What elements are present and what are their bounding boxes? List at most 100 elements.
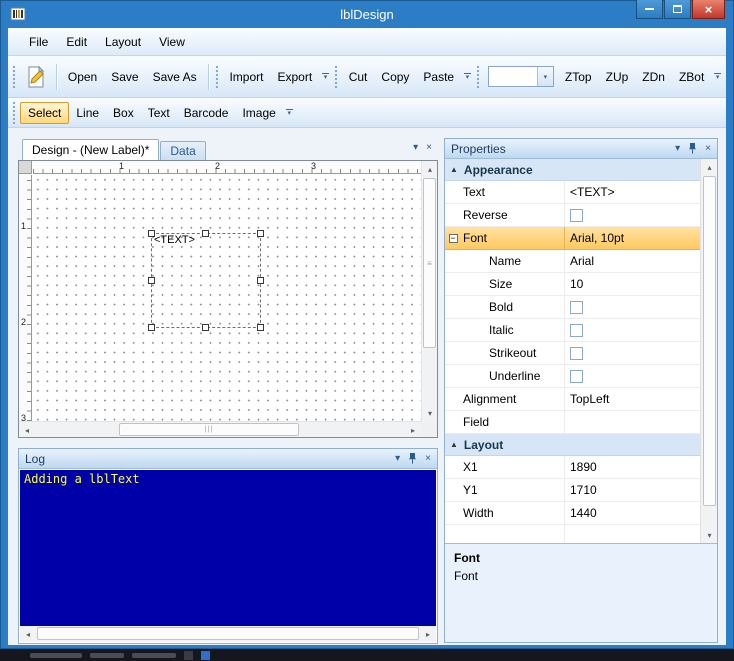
property-value[interactable]: 1710 (565, 479, 700, 501)
toolstrip-grip[interactable] (475, 64, 480, 89)
property-value[interactable]: Arial (565, 250, 700, 272)
scroll-right-icon[interactable]: ▸ (405, 422, 421, 438)
property-value[interactable]: <TEXT> (565, 181, 700, 203)
copy-button[interactable]: Copy (374, 64, 416, 90)
import-button[interactable]: Import (222, 64, 270, 90)
tab-data[interactable]: Data (160, 141, 206, 160)
property-row-y1[interactable]: Y1 1710 (445, 479, 700, 502)
pin-icon[interactable] (688, 143, 697, 154)
paste-button[interactable]: Paste (416, 64, 461, 90)
log-panel-header[interactable]: Log ▾ × (19, 449, 437, 469)
open-button[interactable]: Open (61, 64, 104, 90)
property-row-width[interactable]: Width 1440 (445, 502, 700, 525)
property-row-partial[interactable] (445, 525, 700, 542)
canvas-vertical-scrollbar[interactable]: ▴ ≡ ▾ (421, 161, 437, 421)
property-row-font-size[interactable]: Size 10 (445, 273, 700, 296)
minimize-button[interactable] (636, 0, 663, 19)
menu-file[interactable]: File (20, 31, 57, 53)
collapse-expander-icon[interactable]: − (448, 233, 458, 243)
scrollbar-thumb[interactable] (703, 176, 716, 506)
resize-handle-sw[interactable] (148, 324, 155, 331)
scroll-left-icon[interactable]: ◂ (20, 626, 36, 642)
scrollbar-thumb[interactable]: ||| (119, 423, 299, 436)
resize-handle-s[interactable] (202, 324, 209, 331)
properties-panel-header[interactable]: Properties ▾ × (445, 139, 717, 159)
scroll-up-icon[interactable]: ▴ (701, 159, 717, 175)
property-value[interactable] (565, 411, 700, 433)
combobox-dropdown-button[interactable]: ▾ (536, 67, 553, 86)
toolstrip-overflow-button[interactable]: ▾ (461, 64, 474, 90)
tool-box-button[interactable]: Box (106, 102, 141, 124)
selected-text-element[interactable]: <TEXT> (148, 230, 264, 331)
toolbar-combobox[interactable]: ▾ (487, 66, 554, 87)
save-button[interactable]: Save (104, 64, 145, 90)
canvas-horizontal-scrollbar[interactable]: ◂ ||| ▸ (19, 421, 421, 437)
menu-layout[interactable]: Layout (96, 31, 150, 53)
tool-select-button[interactable]: Select (20, 101, 70, 124)
zbot-button[interactable]: ZBot (672, 64, 711, 90)
log-horizontal-scrollbar[interactable]: ◂ ▸ (20, 626, 436, 642)
property-row-strikeout[interactable]: Strikeout (445, 342, 700, 365)
property-row-font-name[interactable]: Name Arial (445, 250, 700, 273)
ztop-button[interactable]: ZTop (558, 64, 599, 90)
zdn-button[interactable]: ZDn (635, 64, 672, 90)
toolstrip-grip[interactable] (12, 64, 16, 89)
save-as-button[interactable]: Save As (146, 64, 204, 90)
new-button[interactable] (20, 64, 52, 90)
property-row-alignment[interactable]: Alignment TopLeft (445, 388, 700, 411)
menu-edit[interactable]: Edit (57, 31, 96, 53)
property-value[interactable]: TopLeft (565, 388, 700, 410)
panel-menu-button[interactable]: ▾ (395, 453, 400, 464)
category-layout[interactable]: ▲ Layout (445, 434, 700, 456)
property-row-font[interactable]: − Font Arial, 10pt (445, 227, 700, 250)
property-row-x1[interactable]: X1 1890 (445, 456, 700, 479)
tab-design[interactable]: Design - (New Label)* (22, 139, 160, 160)
toolstrip-overflow-button[interactable]: ▾ (711, 64, 724, 90)
panel-menu-button[interactable]: ▾ (675, 143, 680, 154)
resize-handle-e[interactable] (257, 276, 264, 284)
scroll-down-icon[interactable]: ▾ (701, 527, 717, 543)
tool-image-button[interactable]: Image (235, 102, 282, 124)
resize-handle-n[interactable] (202, 230, 209, 237)
scroll-up-icon[interactable]: ▴ (422, 161, 438, 177)
zup-button[interactable]: ZUp (599, 64, 636, 90)
panel-close-button[interactable]: × (705, 143, 711, 154)
pin-icon[interactable] (408, 453, 417, 464)
toolstrip-grip[interactable] (12, 100, 16, 125)
property-value[interactable]: 1890 (565, 456, 700, 478)
tool-text-button[interactable]: Text (141, 102, 177, 124)
resize-handle-se[interactable] (257, 324, 264, 331)
scroll-down-icon[interactable]: ▾ (422, 405, 438, 421)
property-row-bold[interactable]: Bold (445, 296, 700, 319)
property-row-text[interactable]: Text <TEXT> (445, 181, 700, 204)
toolstrip-overflow-button[interactable]: ▾ (319, 64, 332, 90)
toolstrip-overflow-button[interactable]: ▾ (283, 100, 296, 126)
panel-close-button[interactable]: × (426, 142, 432, 153)
checkbox-strikeout[interactable] (570, 346, 583, 360)
menu-view[interactable]: View (150, 31, 194, 53)
export-button[interactable]: Export (270, 64, 319, 90)
property-row-italic[interactable]: Italic (445, 319, 700, 342)
scrollbar-thumb[interactable] (37, 627, 419, 640)
category-appearance[interactable]: ▲ Appearance (445, 159, 700, 181)
tool-barcode-button[interactable]: Barcode (177, 102, 236, 124)
log-output[interactable]: Adding a lblText (20, 470, 436, 626)
panel-menu-button[interactable]: ▾ (413, 142, 418, 153)
propgrid-vertical-scrollbar[interactable]: ▴ ▾ (700, 159, 717, 543)
design-canvas[interactable]: <TEXT> (33, 175, 421, 421)
property-value[interactable]: Arial, 10pt (565, 227, 700, 249)
scrollbar-thumb[interactable]: ≡ (423, 178, 436, 348)
checkbox-underline[interactable] (570, 369, 583, 383)
checkbox-bold[interactable] (570, 300, 583, 314)
panel-close-button[interactable]: × (425, 453, 431, 464)
property-value[interactable]: 1440 (565, 502, 700, 524)
resize-handle-w[interactable] (148, 276, 155, 284)
maximize-button[interactable] (664, 0, 691, 19)
tool-line-button[interactable]: Line (69, 102, 106, 124)
property-row-field[interactable]: Field (445, 411, 700, 434)
toolstrip-grip[interactable] (214, 64, 219, 89)
title-bar[interactable]: lblDesign × (0, 0, 734, 28)
close-button[interactable]: × (692, 0, 725, 19)
cut-button[interactable]: Cut (342, 64, 375, 90)
property-value[interactable]: 10 (565, 273, 700, 295)
